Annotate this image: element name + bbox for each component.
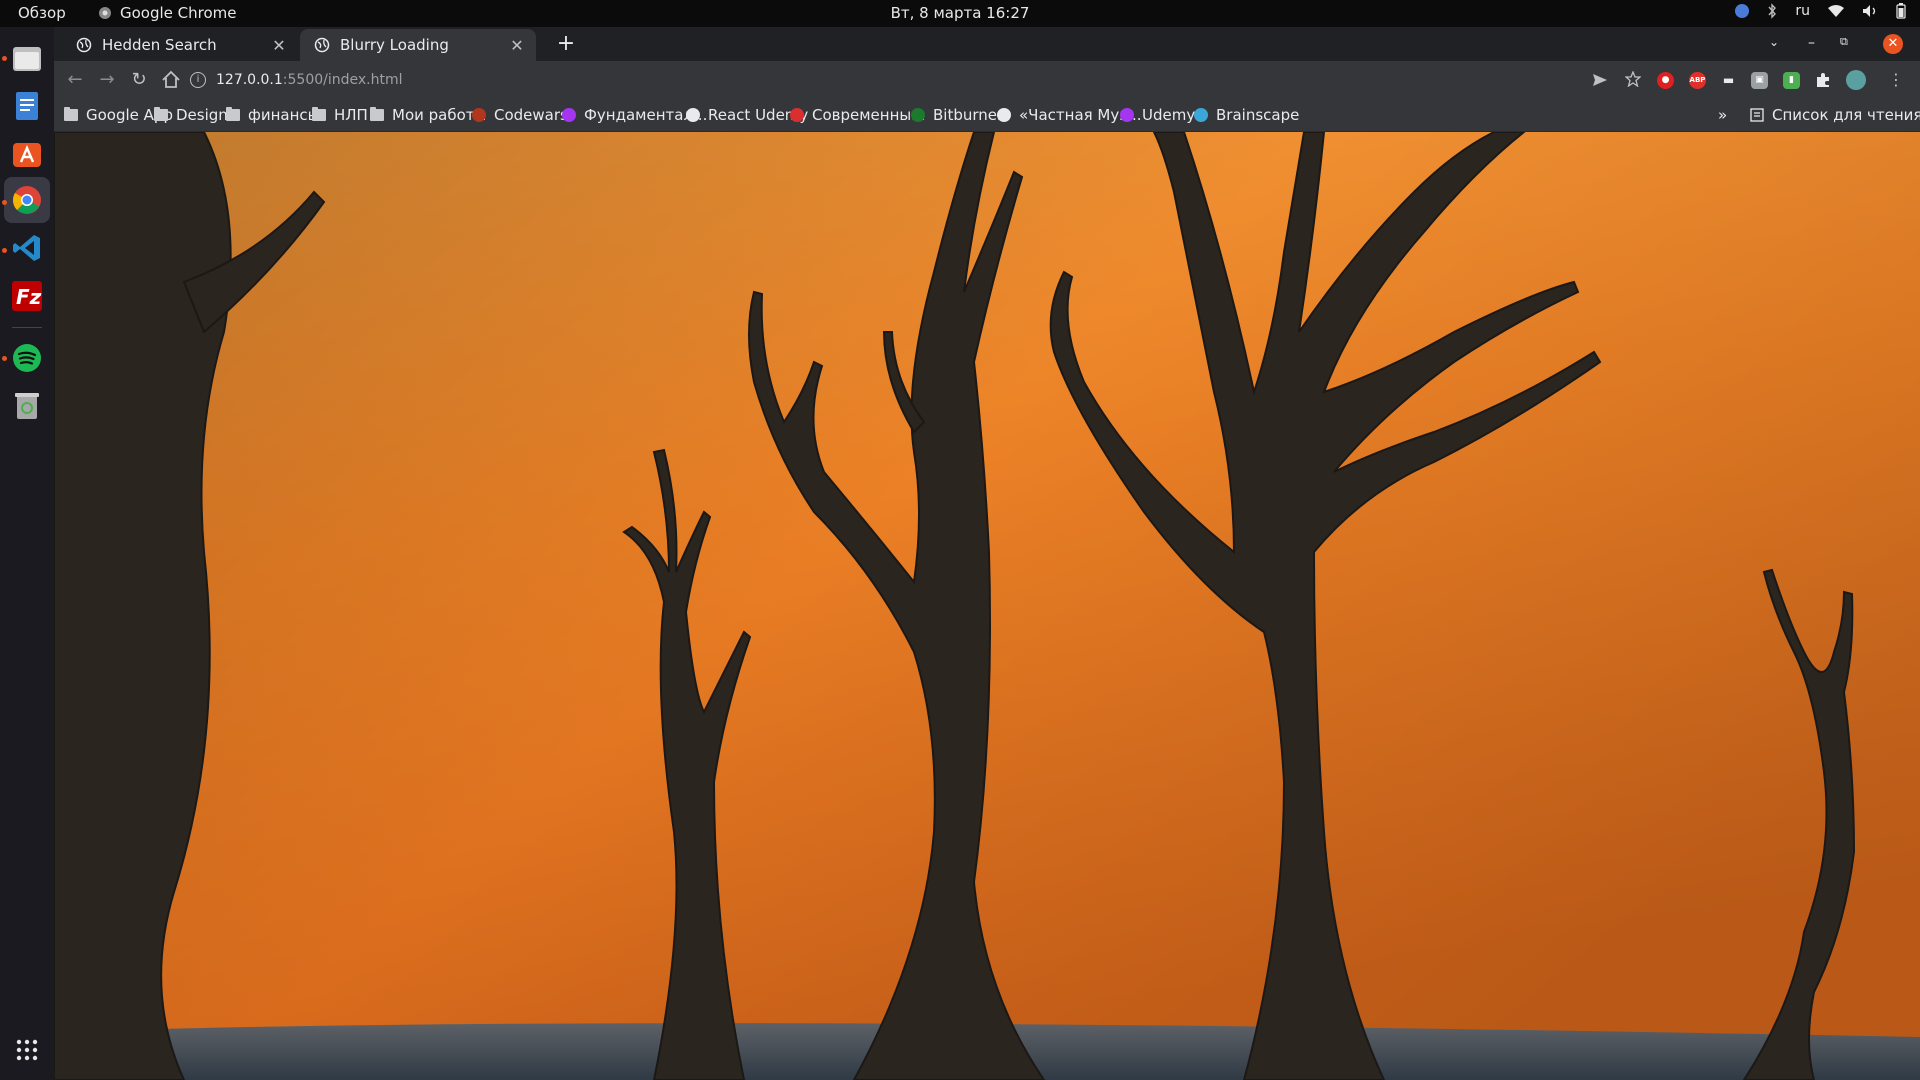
- system-tray[interactable]: ru: [1735, 3, 1906, 19]
- bookmark-label: Brainscape: [1216, 106, 1300, 124]
- folder-icon: [312, 107, 326, 121]
- desert-trees-background-image: [54, 132, 1920, 1080]
- browser-window: Hedden Search ✕ Blurry Loading ✕ + ⌄ – ⧉…: [54, 27, 1920, 1080]
- codewars-icon: [472, 108, 486, 122]
- bookmark-link[interactable]: Brainscape: [1194, 106, 1299, 124]
- udemy-icon: [562, 108, 576, 122]
- bookmark-label: Udemy: [1142, 106, 1196, 124]
- reload-button[interactable]: ↻: [128, 69, 150, 91]
- globe-icon: [686, 108, 700, 122]
- text-editor-icon[interactable]: [10, 89, 44, 123]
- folder-icon: [154, 107, 168, 121]
- battery-icon[interactable]: [1896, 3, 1906, 19]
- activities-button[interactable]: Обзор: [18, 4, 66, 22]
- close-tab-icon[interactable]: ✕: [508, 36, 526, 55]
- bookmark-label: Design: [176, 106, 228, 124]
- folder-icon: [64, 107, 78, 121]
- volume-icon[interactable]: [1862, 4, 1878, 18]
- trash-icon[interactable]: [10, 389, 44, 423]
- bookmark-star-icon[interactable]: [1625, 71, 1641, 87]
- folder-icon: [226, 107, 240, 121]
- reading-list-button[interactable]: Список для чтения: [1750, 106, 1920, 124]
- url-path: :5500/index.html: [282, 72, 403, 88]
- chrome-icon: [99, 7, 111, 19]
- js-icon: [790, 108, 804, 122]
- keyboard-layout[interactable]: ru: [1795, 3, 1810, 19]
- running-indicator: [2, 356, 7, 361]
- bookmark-link[interactable]: Codewars: [472, 106, 568, 124]
- restore-button[interactable]: ⧉: [1840, 35, 1848, 49]
- menu-kebab-icon[interactable]: ⋮: [1885, 69, 1907, 91]
- close-window-button[interactable]: ✕: [1883, 34, 1903, 54]
- url-host: 127.0.0.1: [216, 72, 283, 88]
- address-bar[interactable]: i 127.0.0.1:5500/index.html: [190, 65, 1510, 95]
- bookmark-label: финансы: [248, 106, 320, 124]
- tab-strip: Hedden Search ✕ Blurry Loading ✕ + ⌄ – ⧉…: [54, 27, 1920, 61]
- running-indicator: [2, 248, 7, 253]
- reading-list-icon: [1750, 108, 1764, 122]
- profile-avatar[interactable]: [1846, 70, 1866, 90]
- tab-search-chevron-icon[interactable]: ⌄: [1769, 35, 1779, 49]
- bookmark-folder[interactable]: НЛП: [312, 106, 368, 124]
- site-info-icon[interactable]: i: [190, 72, 206, 88]
- tab-blurry-loading[interactable]: Blurry Loading ✕: [300, 29, 536, 61]
- back-button[interactable]: ←: [64, 69, 86, 91]
- app-grid-icon[interactable]: [10, 1033, 44, 1067]
- adblock-icon[interactable]: ABP: [1689, 72, 1706, 89]
- svg-text:Fz: Fz: [16, 285, 42, 309]
- clock[interactable]: Вт, 8 марта 16:27: [891, 4, 1030, 22]
- files-icon[interactable]: [10, 41, 44, 75]
- forward-button[interactable]: →: [96, 69, 118, 91]
- bookmarks-overflow-button[interactable]: »: [1718, 106, 1727, 124]
- close-tab-icon[interactable]: ✕: [270, 36, 288, 55]
- spotify-icon[interactable]: [10, 341, 44, 375]
- running-indicator: [2, 200, 7, 205]
- bookmark-folder[interactable]: Design: [154, 106, 228, 124]
- music-icon: [997, 108, 1011, 122]
- send-icon[interactable]: [1592, 72, 1608, 88]
- telegram-icon[interactable]: [1735, 4, 1750, 18]
- dock: Fz: [0, 27, 54, 1080]
- tab-title: Hedden Search: [102, 36, 217, 54]
- page-content: [54, 132, 1920, 1080]
- minimize-button[interactable]: –: [1808, 35, 1815, 51]
- extension-page-icon[interactable]: ▣: [1751, 72, 1768, 89]
- extension-card-icon[interactable]: ▬: [1720, 72, 1737, 89]
- folder-icon: [370, 107, 384, 121]
- extension-green-icon[interactable]: ▮: [1783, 72, 1800, 89]
- globe-icon: [76, 37, 92, 53]
- bitburner-icon: [911, 108, 925, 122]
- home-button[interactable]: [160, 69, 182, 91]
- chrome-dock-icon[interactable]: [4, 177, 50, 223]
- app-menu-label: Google Chrome: [120, 4, 237, 22]
- wifi-icon[interactable]: [1828, 4, 1844, 18]
- bookmark-label: НЛП: [334, 106, 368, 124]
- vscode-icon[interactable]: [10, 231, 44, 265]
- bookmark-folder[interactable]: Мои работы: [370, 106, 486, 124]
- globe-icon: [314, 37, 330, 53]
- bookmark-link[interactable]: Bitburner: [911, 106, 1003, 124]
- tab-title: Blurry Loading: [340, 36, 449, 54]
- new-tab-button[interactable]: +: [554, 33, 578, 55]
- app-menu[interactable]: Google Chrome: [98, 4, 237, 22]
- bookmarks-bar: Google App Design финансы НЛП Мои работы Code…: [54, 99, 1920, 132]
- software-center-icon[interactable]: [10, 137, 44, 171]
- system-top-bar: Обзор Google Chrome Вт, 8 марта 16:27 ru: [0, 0, 1920, 27]
- tab-hedden-search[interactable]: Hedden Search ✕: [62, 29, 298, 61]
- bookmark-label: Bitburner: [933, 106, 1004, 124]
- brainscape-icon: [1194, 108, 1208, 122]
- running-indicator: [2, 56, 7, 61]
- bookmark-link[interactable]: Современны...: [790, 106, 926, 124]
- filezilla-icon[interactable]: Fz: [10, 279, 44, 313]
- bookmark-label: Современны...: [812, 106, 926, 124]
- extensions-puzzle-icon[interactable]: [1815, 72, 1831, 88]
- bookmark-link[interactable]: Udemy: [1120, 106, 1195, 124]
- bookmark-folder[interactable]: финансы: [226, 106, 319, 124]
- browser-toolbar: ← → ↻ i 127.0.0.1:5500/index.html ● ABP …: [54, 61, 1920, 99]
- bookmark-label: Codewars: [494, 106, 568, 124]
- reading-list-label: Список для чтения: [1772, 106, 1920, 124]
- udemy-icon: [1120, 108, 1134, 122]
- bluetooth-icon[interactable]: [1767, 3, 1777, 19]
- extension-red-icon[interactable]: ●: [1657, 72, 1674, 89]
